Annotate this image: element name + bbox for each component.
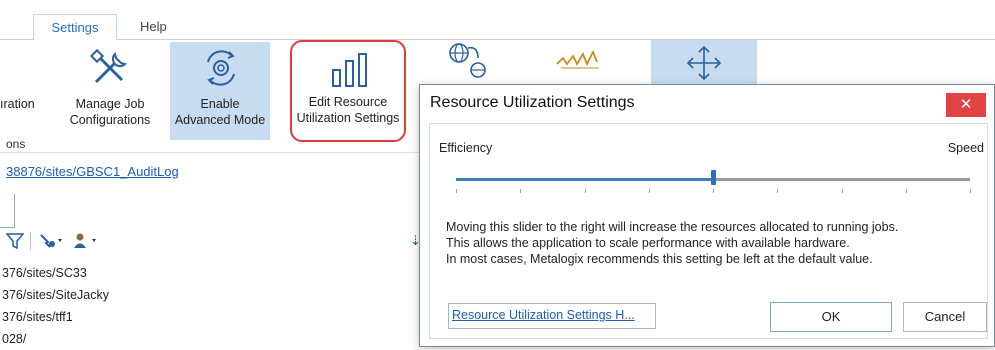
partial-ribbon-button[interactable]: ıration (0, 42, 56, 140)
dialog-title: Resource Utilization Settings (430, 94, 635, 111)
advanced-mode-label-1: Enable (200, 97, 240, 111)
slider-tick (520, 189, 521, 193)
bar-chart-icon (332, 53, 367, 87)
site-list: 376/sites/SC33 376/sites/SiteJacky 376/s… (0, 262, 109, 350)
help-link[interactable]: Resource Utilization Settings H... (448, 303, 656, 329)
ribbon-group-label: ons (6, 137, 26, 151)
description-line: This allows the application to scale per… (446, 236, 850, 250)
cancel-button[interactable]: Cancel (903, 302, 987, 332)
dialog-description: Moving this slider to the right will inc… (446, 219, 898, 267)
toolbar-separator (30, 232, 31, 250)
list-item[interactable]: 376/sites/SC33 (0, 262, 109, 284)
secondary-toolbar (0, 228, 430, 254)
speed-label: Speed (947, 141, 984, 155)
slider-thumb[interactable] (711, 170, 716, 185)
partial-ribbon-label: ıration (0, 97, 35, 111)
edit-resource-label-1: Edit Resource (308, 95, 388, 109)
slider-track-empty (713, 178, 970, 181)
signature-icon[interactable] (555, 50, 605, 72)
slider-tick (456, 189, 457, 193)
tab-help[interactable]: Help (128, 14, 179, 41)
user-dropdown-icon[interactable] (72, 232, 102, 250)
efficiency-label: Efficiency (439, 141, 493, 155)
gear-cycle-icon (207, 50, 235, 86)
slider-tick (842, 189, 843, 193)
panel-divider (0, 194, 15, 228)
advanced-mode-label-2: Advanced Mode (174, 113, 266, 127)
slider-tick (970, 189, 971, 193)
pointer-dropdown-icon[interactable] (38, 232, 68, 250)
move-button-bg[interactable] (651, 40, 757, 86)
list-item[interactable]: 376/sites/tff1 (0, 306, 109, 328)
globe-link-icon[interactable] (448, 42, 488, 78)
enable-advanced-mode-button[interactable]: Enable Advanced Mode (170, 42, 270, 140)
manage-job-configurations-button[interactable]: Manage Job Configurations (60, 42, 160, 140)
slider-tick (649, 189, 650, 193)
close-icon: ✕ (959, 96, 973, 113)
description-line: Moving this slider to the right will inc… (446, 220, 899, 234)
manage-job-label-1: Manage Job (75, 97, 145, 111)
tab-settings[interactable]: Settings (33, 14, 117, 41)
move-arrows-icon (686, 45, 722, 81)
slider-tick (777, 189, 778, 193)
filter-icon[interactable] (6, 232, 24, 250)
edit-resource-label-2: Utilization Settings (296, 111, 400, 125)
list-item[interactable]: 376/sites/SiteJacky (0, 284, 109, 306)
ribbon-tab-strip: Settings Help (0, 0, 995, 41)
resource-slider[interactable] (456, 169, 976, 199)
path-link[interactable]: 38876/sites/GBSC1_AuditLog (6, 164, 179, 179)
slider-tick (713, 189, 714, 193)
close-button[interactable]: ✕ (946, 93, 986, 117)
slider-track-filled (456, 178, 713, 181)
edit-resource-utilization-settings-button[interactable]: Edit Resource Utilization Settings (290, 40, 406, 142)
ok-button[interactable]: OK (770, 302, 892, 332)
dialog-title-bar[interactable]: Resource Utilization Settings ✕ (420, 85, 994, 123)
slider-tick (585, 189, 586, 193)
resource-utilization-dialog: Resource Utilization Settings ✕ Efficien… (419, 84, 995, 347)
tools-icon (89, 48, 127, 84)
description-line: In most cases, Metalogix recommends this… (446, 252, 873, 266)
manage-job-label-2: Configurations (69, 113, 151, 127)
slider-tick (906, 189, 907, 193)
